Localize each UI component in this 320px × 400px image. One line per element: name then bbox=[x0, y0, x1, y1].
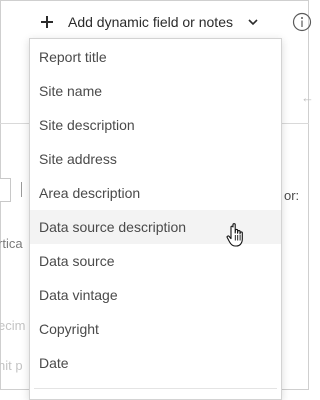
hand-cursor-icon bbox=[226, 223, 243, 247]
menu-item-copyright[interactable]: Copyright bbox=[30, 312, 281, 346]
menu-item-date[interactable]: Date bbox=[30, 346, 281, 380]
menu-item-site-description[interactable]: Site description bbox=[30, 108, 281, 142]
dropdown-list: Report title Site name Site description … bbox=[30, 40, 281, 380]
add-dynamic-field-label: Add dynamic field or notes bbox=[68, 14, 233, 30]
add-dynamic-field-button[interactable]: Add dynamic field or notes bbox=[40, 9, 259, 35]
menu-item-data-source[interactable]: Data source bbox=[30, 244, 281, 278]
menu-item-report-title[interactable]: Report title bbox=[30, 40, 281, 74]
background-input-box[interactable] bbox=[0, 178, 11, 202]
back-arrow-icon[interactable]: ← bbox=[301, 90, 314, 105]
info-icon[interactable] bbox=[292, 12, 312, 32]
background-label-or: or: bbox=[284, 188, 300, 203]
background-placeholder-decimal: ecim bbox=[0, 318, 26, 333]
background-separator bbox=[21, 182, 22, 197]
dropdown-bottom-divider bbox=[34, 388, 277, 389]
plus-icon bbox=[40, 15, 54, 29]
menu-item-site-name[interactable]: Site name bbox=[30, 74, 281, 108]
dynamic-field-dropdown: Report title Site name Site description … bbox=[29, 38, 282, 400]
menu-item-area-description[interactable]: Area description bbox=[30, 176, 281, 210]
chevron-down-icon bbox=[248, 19, 258, 26]
menu-item-data-vintage[interactable]: Data vintage bbox=[30, 278, 281, 312]
background-placeholder-unit: nit p bbox=[0, 358, 23, 373]
menu-item-site-address[interactable]: Site address bbox=[30, 142, 281, 176]
background-label-vertical: rtica bbox=[0, 236, 23, 251]
